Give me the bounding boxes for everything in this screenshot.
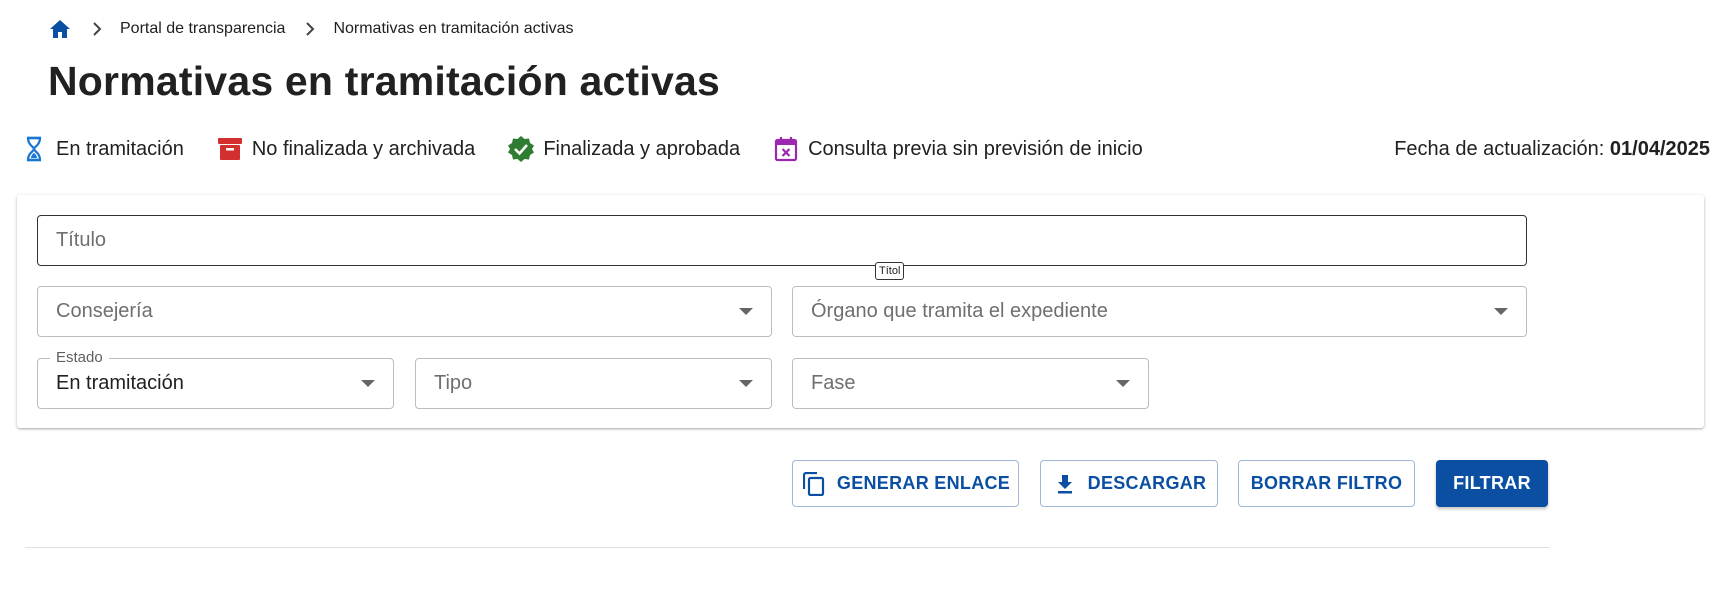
organo-select[interactable]: Órgano que tramita el expediente (792, 286, 1527, 337)
descargar-button[interactable]: DESCARGAR (1040, 460, 1218, 507)
breadcrumb: Portal de transparencia Normativas en tr… (48, 17, 574, 41)
legend-label: En tramitación (56, 137, 184, 160)
caret-down-icon (361, 380, 375, 387)
titulo-input[interactable]: Título Títol (37, 215, 1527, 280)
home-icon[interactable] (48, 17, 72, 41)
legend-item-en-tramitacion: En tramitación (20, 135, 184, 163)
estado-label: Estado (50, 349, 109, 366)
generar-enlace-button[interactable]: GENERAR ENLACE (792, 460, 1019, 507)
section-divider (25, 547, 1550, 548)
chevron-right-icon (305, 17, 319, 41)
legend-label: Consulta previa sin previsión de inicio (808, 137, 1143, 160)
borrar-filtro-button[interactable]: BORRAR FILTRO (1238, 460, 1415, 507)
fase-select[interactable]: Fase (792, 358, 1149, 409)
update-date-value: 01/04/2025 (1609, 137, 1710, 160)
fase-placeholder: Fase (811, 372, 856, 394)
filtrar-label: FILTRAR (1453, 473, 1531, 493)
caret-down-icon (1494, 308, 1508, 315)
estado-value: En tramitación (56, 372, 184, 394)
consejeria-placeholder: Consejería (56, 300, 153, 322)
consejeria-select[interactable]: Consejería (37, 286, 772, 337)
download-icon (1052, 471, 1078, 497)
legend-item-consulta-previa: Consulta previa sin previsión de inicio (772, 135, 1143, 163)
descargar-label: DESCARGAR (1087, 473, 1207, 493)
titulo-tooltip: Títol (875, 262, 905, 280)
update-date: Fecha de actualización: 01/04/2025 (1394, 138, 1710, 161)
generar-enlace-label: GENERAR ENLACE (836, 473, 1011, 493)
calendar-x-icon (772, 135, 800, 163)
titulo-placeholder: Título (56, 229, 107, 251)
breadcrumb-item-current: Normativas en tramitación activas (333, 20, 574, 37)
caret-down-icon (739, 380, 753, 387)
caret-down-icon (1116, 380, 1130, 387)
legend-label: Finalizada y aprobada (543, 137, 741, 160)
legend-label: No finalizada y archivada (251, 137, 476, 160)
chevron-right-icon (92, 17, 106, 41)
tipo-placeholder: Tipo (434, 372, 473, 394)
archive-box-icon (216, 135, 244, 163)
organo-placeholder: Órgano que tramita el expediente (811, 300, 1108, 322)
breadcrumb-item-portal-transparencia[interactable]: Portal de transparencia (120, 20, 285, 38)
hourglass-icon (20, 135, 48, 163)
filter-panel: Título Títol Consejería Órgano que trami… (17, 195, 1704, 428)
status-legend: En tramitación No finalizada y archivada… (20, 132, 1710, 166)
borrar-filtro-label: BORRAR FILTRO (1250, 473, 1403, 493)
legend-item-aprobada: Finalizada y aprobada (507, 135, 740, 163)
estado-select[interactable]: Estado En tramitación (37, 349, 394, 409)
copy-icon (801, 471, 827, 497)
page-title: Normativas en tramitación activas (48, 58, 720, 104)
tipo-select[interactable]: Tipo (415, 358, 772, 409)
check-badge-icon (507, 135, 535, 163)
update-date-label: Fecha de actualización: (1394, 137, 1610, 160)
caret-down-icon (739, 308, 753, 315)
legend-item-archivada: No finalizada y archivada (216, 135, 475, 163)
filtrar-button[interactable]: FILTRAR (1436, 460, 1548, 507)
